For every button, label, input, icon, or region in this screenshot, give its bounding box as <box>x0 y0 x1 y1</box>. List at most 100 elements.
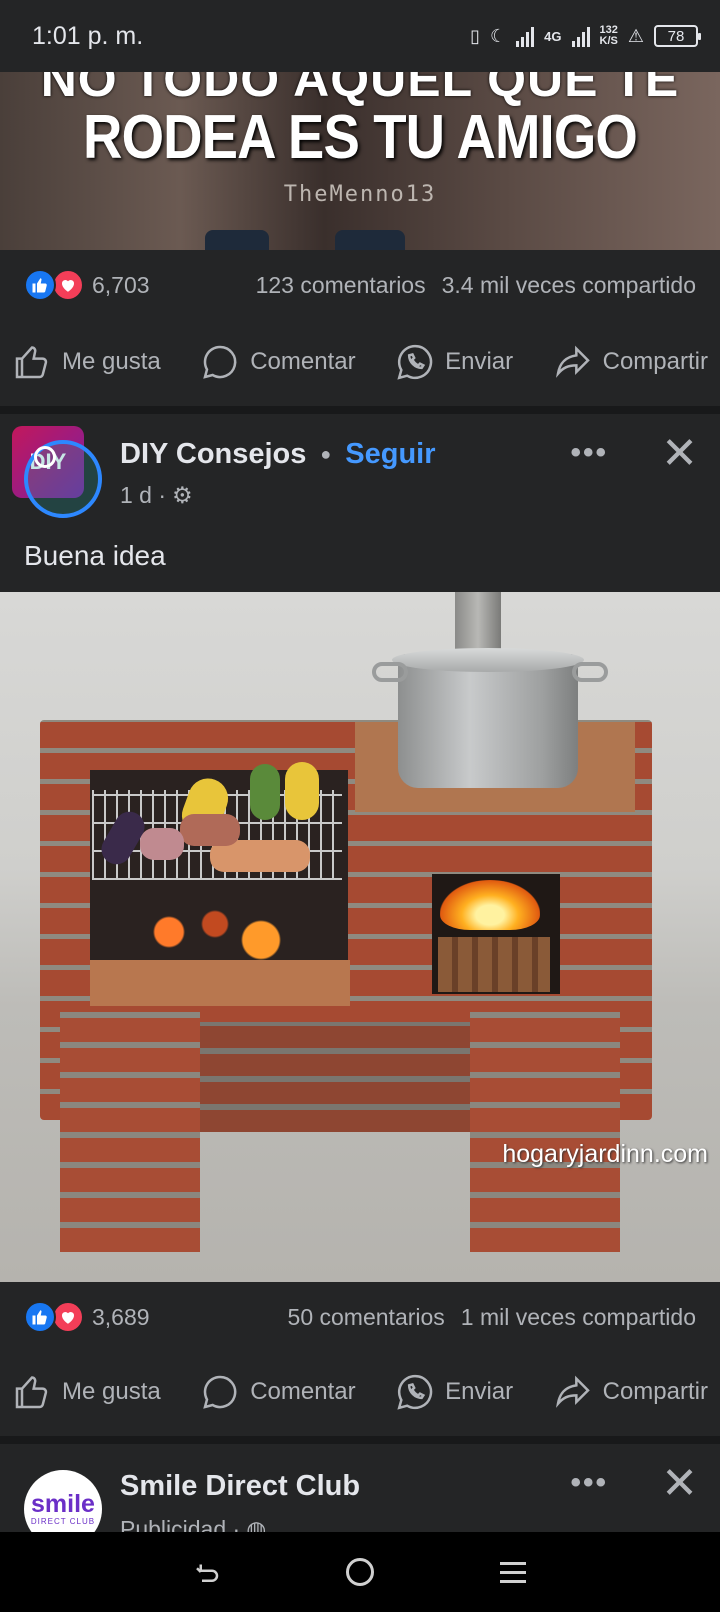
pot-lid <box>392 648 584 672</box>
share-label: Compartir <box>602 1378 708 1405</box>
ad-page-name-row: Smile Direct Club <box>120 1470 360 1503</box>
status-bar: 1:01 p. m. ▯ ☾ 4G 132 K/S ⚠ 78 <box>0 0 720 72</box>
recents-button[interactable] <box>483 1542 543 1602</box>
thumbs-up-icon <box>15 1376 48 1409</box>
like-label: Me gusta <box>62 1378 161 1405</box>
share-icon <box>555 1375 590 1408</box>
more-options-button[interactable]: ••• <box>570 1466 608 1500</box>
home-icon <box>345 1558 374 1586</box>
magnifier-icon <box>34 446 56 468</box>
close-button[interactable]: ✕ <box>661 1462 698 1506</box>
share-button[interactable]: Compartir <box>553 1372 708 1412</box>
signal-icon <box>516 25 535 47</box>
comment-count[interactable]: 50 comentarios <box>288 1304 445 1331</box>
globe-icon: ◍ <box>246 1516 267 1532</box>
reaction-count[interactable]: 6,703 <box>92 272 150 299</box>
separator-dot: ● <box>320 444 332 464</box>
comment-label: Comentar <box>250 1378 356 1405</box>
pot-handle <box>372 662 408 682</box>
follow-button[interactable]: Seguir <box>345 438 435 471</box>
do-not-disturb-icon: ☾ <box>490 25 507 46</box>
vibrate-icon: ▯ <box>470 25 481 46</box>
diy-avatar[interactable]: DIY <box>10 424 102 518</box>
diy-page-name[interactable]: DIY Consejos <box>120 438 306 471</box>
pot-handle <box>572 662 608 682</box>
meme-reactions-row: 6,703 123 comentarios 3.4 mil veces comp… <box>0 250 720 320</box>
post-time[interactable]: 1 d · <box>120 482 166 509</box>
send-button[interactable]: Enviar <box>395 342 513 382</box>
brick-base-back <box>200 1022 470 1132</box>
post-divider <box>0 1436 720 1444</box>
smile-logo-subtext: DIRECT CLUB <box>30 1517 96 1526</box>
status-icons: ▯ ☾ 4G 132 K/S ⚠ 78 <box>470 24 701 47</box>
sponsored-label[interactable]: Publicidad · <box>120 1516 240 1532</box>
reaction-count[interactable]: 3,689 <box>92 1304 150 1331</box>
reaction-icons[interactable] <box>24 1301 84 1333</box>
comment-count[interactable]: 123 comentarios <box>256 272 426 299</box>
share-count[interactable]: 1 mil veces compartido <box>461 1304 696 1331</box>
meat-piece <box>180 814 240 846</box>
ad-post-header: smile DIRECT CLUB Smile Direct Club Publ… <box>0 1444 720 1532</box>
meme-credit: TheMenno13 <box>283 182 437 207</box>
network-type: 4G <box>544 28 562 44</box>
close-button[interactable]: ✕ <box>661 432 698 476</box>
ad-page-name[interactable]: Smile Direct Club <box>120 1470 360 1503</box>
comment-icon <box>203 1375 237 1409</box>
like-label: Me gusta <box>62 348 161 375</box>
meme-object <box>205 230 269 250</box>
comment-button[interactable]: Comentar <box>200 342 356 382</box>
like-button[interactable]: Me gusta <box>12 342 161 382</box>
diy-post-header: DIY DIY Consejos ● Seguir 1 d · ⚙ ••• ✕ <box>0 414 720 524</box>
back-button[interactable] <box>177 1542 237 1602</box>
diy-reactions-row: 3,689 50 comentarios 1 mil veces compart… <box>0 1282 720 1352</box>
diy-page-name-row: DIY Consejos ● Seguir <box>120 438 436 471</box>
love-reaction-icon <box>52 269 84 301</box>
meme-text: RODEA ES TU AMIGO <box>83 103 638 172</box>
meme-post-image[interactable]: NO TODO AQUEL QUE TE RODEA ES TU AMIGO T… <box>0 72 720 250</box>
smile-avatar[interactable]: smile DIRECT CLUB <box>24 1470 102 1532</box>
brick-leg-right <box>470 1012 620 1252</box>
send-label: Enviar <box>445 1378 514 1405</box>
send-label: Enviar <box>445 348 514 375</box>
thumbs-up-icon <box>15 346 48 379</box>
share-button[interactable]: Compartir <box>553 342 708 382</box>
share-icon <box>555 345 590 378</box>
cooking-pot <box>398 654 578 788</box>
alert-icon: ⚠ <box>627 25 644 46</box>
brick-leg-left <box>60 1012 200 1252</box>
battery-icon: 78 <box>654 25 701 47</box>
system-nav-bar <box>0 1532 720 1612</box>
post-divider <box>0 406 720 414</box>
meme-action-bar: Me gusta Comentar Enviar Compartir <box>0 324 720 400</box>
share-count[interactable]: 3.4 mil veces compartido <box>442 272 696 299</box>
smile-logo-text: smile <box>31 1490 95 1518</box>
back-icon <box>195 1564 218 1582</box>
home-button[interactable] <box>330 1542 390 1602</box>
share-label: Compartir <box>602 348 708 375</box>
comment-icon <box>203 345 237 379</box>
reaction-icons[interactable] <box>24 269 84 301</box>
data-speed: 132 K/S <box>599 24 618 47</box>
like-button[interactable]: Me gusta <box>12 1372 161 1412</box>
diy-action-bar: Me gusta Comentar Enviar Compartir <box>0 1354 720 1430</box>
diy-post-image[interactable]: hogaryjardinn.com <box>0 592 720 1282</box>
love-reaction-icon <box>52 1301 84 1333</box>
recents-icon <box>500 1561 527 1583</box>
firewood <box>438 937 550 992</box>
corn <box>285 762 319 820</box>
like-reaction-icon <box>24 269 56 301</box>
more-options-button[interactable]: ••• <box>570 436 608 470</box>
ad-post-meta: Publicidad · ◍ <box>120 1516 266 1532</box>
zucchini <box>250 764 280 820</box>
meat-piece <box>140 828 184 860</box>
grill-shelf <box>90 960 350 1006</box>
whatsapp-icon <box>397 344 433 380</box>
image-watermark: hogaryjardinn.com <box>502 1140 708 1168</box>
send-button[interactable]: Enviar <box>395 1372 513 1412</box>
comment-button[interactable]: Comentar <box>200 1372 356 1412</box>
fire <box>440 880 540 930</box>
meme-object <box>335 230 405 250</box>
diy-post-meta: 1 d · ⚙ <box>120 482 193 509</box>
signal-icon-2 <box>571 25 590 47</box>
status-time: 1:01 p. m. <box>32 21 144 50</box>
